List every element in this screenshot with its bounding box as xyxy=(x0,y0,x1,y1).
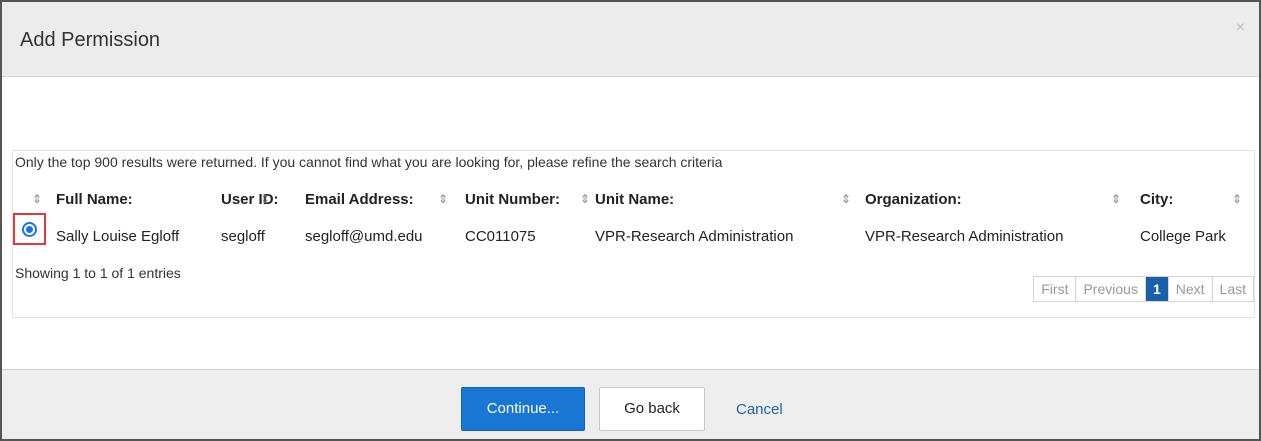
pagination-first[interactable]: First xyxy=(1034,277,1075,301)
pagination-previous[interactable]: Previous xyxy=(1075,277,1144,301)
entries-info: Showing 1 to 1 of 1 entries xyxy=(15,265,181,281)
pagination: First Previous 1 Next Last xyxy=(1033,276,1254,302)
row-select-radio[interactable] xyxy=(22,222,37,237)
cell-unit-number: CC011075 xyxy=(465,228,536,245)
sort-icon[interactable]: ⇕ xyxy=(438,192,448,206)
dialog-header: Add Permission × xyxy=(2,2,1259,77)
continue-button[interactable]: Continue... xyxy=(461,387,585,431)
pagination-page-1[interactable]: 1 xyxy=(1144,277,1168,301)
close-icon[interactable]: × xyxy=(1236,20,1245,36)
cancel-link[interactable]: Cancel xyxy=(736,401,783,418)
results-panel: Only the top 900 results were returned. … xyxy=(12,150,1255,318)
pagination-next[interactable]: Next xyxy=(1167,277,1212,301)
cell-email: segloff@umd.edu xyxy=(305,228,423,245)
cell-organization: VPR-Research Administration xyxy=(865,228,1064,245)
row-select-highlight xyxy=(13,213,46,245)
results-notice: Only the top 900 results were returned. … xyxy=(15,154,723,170)
add-permission-dialog: Add Permission × Only the top 900 result… xyxy=(0,0,1261,441)
cell-unit-name: VPR-Research Administration xyxy=(595,228,794,245)
sort-icon[interactable]: ⇕ xyxy=(841,192,851,206)
cell-full-name: Sally Louise Egloff xyxy=(56,228,180,245)
column-header-organization[interactable]: Organization: xyxy=(865,191,962,208)
column-header-email[interactable]: Email Address: xyxy=(305,191,414,208)
column-header-full-name[interactable]: Full Name: xyxy=(56,191,133,208)
pagination-last[interactable]: Last xyxy=(1211,277,1253,301)
go-back-button[interactable]: Go back xyxy=(599,387,705,431)
column-header-unit-number[interactable]: Unit Number: xyxy=(465,191,560,208)
sort-icon[interactable]: ⇕ xyxy=(260,192,270,206)
cell-city: College Park xyxy=(1140,228,1226,245)
dialog-footer: Continue... Go back Cancel xyxy=(2,369,1259,439)
dialog-title: Add Permission xyxy=(20,29,161,51)
sort-icon[interactable]: ⇕ xyxy=(1111,192,1121,206)
sort-icon[interactable]: ⇕ xyxy=(580,192,590,206)
column-header-city[interactable]: City: xyxy=(1140,191,1173,208)
sort-icon[interactable]: ⇕ xyxy=(32,192,42,206)
column-header-unit-name[interactable]: Unit Name: xyxy=(595,191,674,208)
sort-icon[interactable]: ⇕ xyxy=(1232,192,1242,206)
cell-user-id: segloff xyxy=(221,228,265,245)
